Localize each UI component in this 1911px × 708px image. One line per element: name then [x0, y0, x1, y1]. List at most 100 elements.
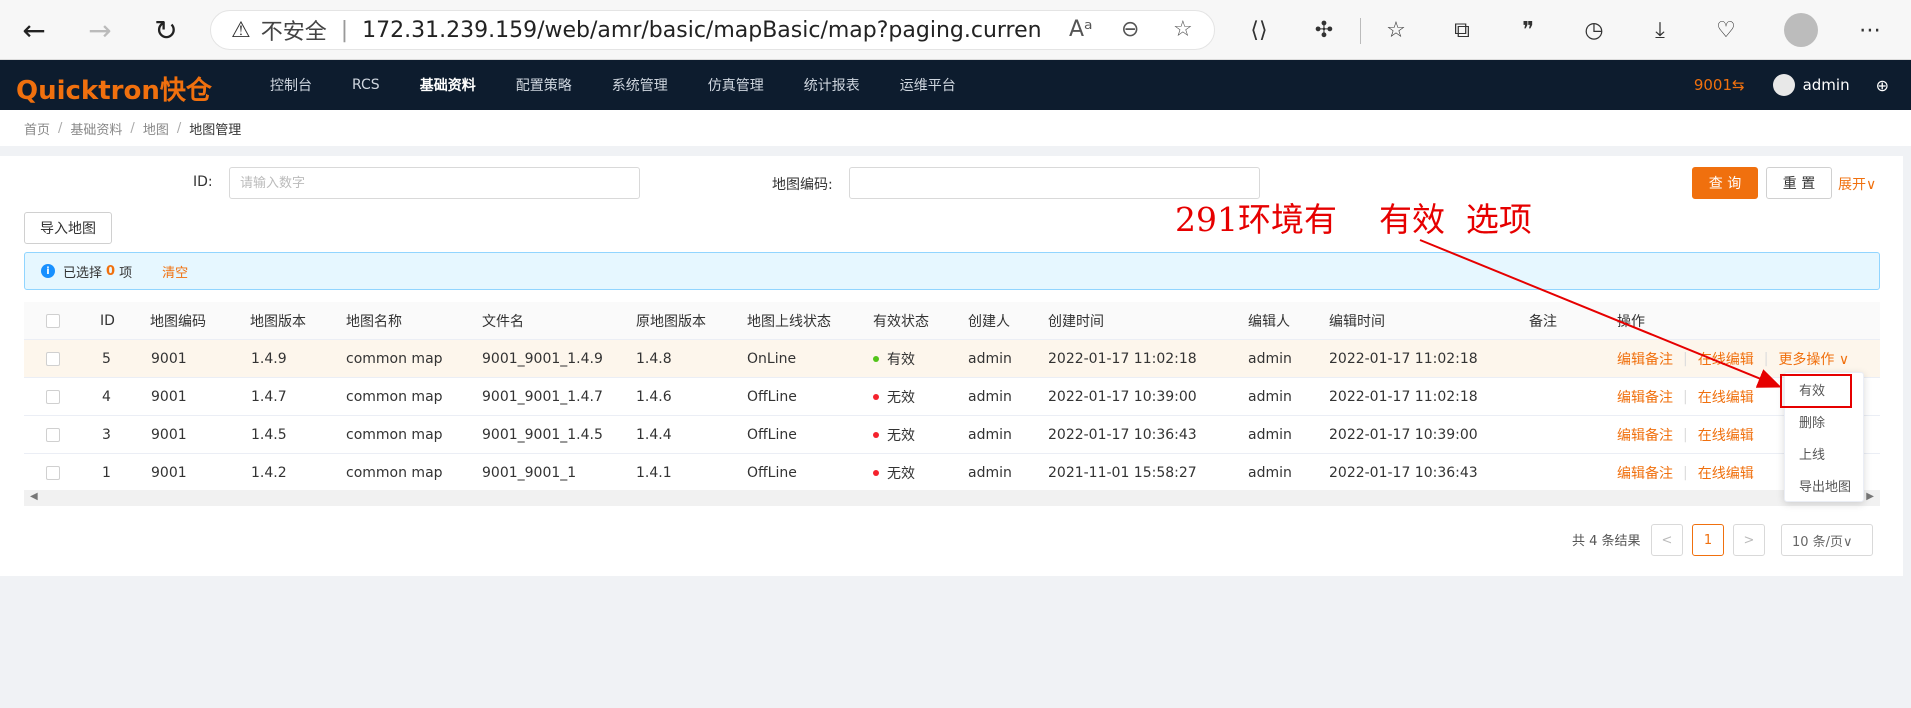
- map-code-label: 地图编码:: [772, 177, 833, 193]
- info-icon: i: [41, 264, 55, 278]
- row-checkbox[interactable]: [46, 428, 60, 442]
- collections-icon[interactable]: ⧉: [1446, 14, 1478, 46]
- menu-item-delete[interactable]: 删除: [1785, 407, 1865, 435]
- station-switch[interactable]: 9001⇆: [1694, 76, 1745, 94]
- table-header: ID 地图编码 地图版本 地图名称 文件名 原地图版本 地图上线状态 有效状态 …: [24, 302, 1880, 340]
- edit-note-link[interactable]: 编辑备注: [1617, 425, 1673, 445]
- cell-valid: 无效: [887, 428, 915, 444]
- import-map-button[interactable]: 导入地图: [24, 212, 112, 244]
- col-header-online-status: 地图上线状态: [747, 314, 831, 330]
- address-bar[interactable]: ⚠ 不安全 | 172.31.239.159/web/amr/basic/map…: [210, 10, 1215, 50]
- performance-icon[interactable]: ♡: [1710, 14, 1742, 46]
- row-checkbox[interactable]: [46, 352, 60, 366]
- select-all-checkbox[interactable]: [46, 314, 60, 328]
- cell-edited: 2022-01-17 11:02:18: [1329, 389, 1478, 405]
- page-1-button[interactable]: 1: [1692, 524, 1724, 556]
- reload-icon[interactable]: ↻: [148, 12, 184, 48]
- cell-created: 2022-01-17 10:36:43: [1048, 427, 1197, 443]
- cell-orig-version: 1.4.8: [636, 351, 672, 367]
- cell-id: 5: [102, 351, 111, 367]
- nav-item-console[interactable]: 控制台: [270, 75, 312, 95]
- horizontal-scrollbar[interactable]: ◀ ▶: [24, 490, 1880, 506]
- row-checkbox[interactable]: [46, 466, 60, 480]
- quote-icon[interactable]: ❞: [1512, 14, 1544, 46]
- warning-icon: ⚠: [231, 17, 251, 43]
- cell-editor: admin: [1248, 465, 1292, 481]
- id-label: ID:: [193, 174, 213, 190]
- browser-toolbar: ← → ↻ ⚠ 不安全 | 172.31.239.159/web/amr/bas…: [0, 0, 1911, 60]
- profile-avatar[interactable]: [1784, 13, 1818, 47]
- username[interactable]: admin: [1803, 76, 1850, 94]
- nav-item-simulation[interactable]: 仿真管理: [708, 75, 764, 95]
- forward-arrow-icon[interactable]: →: [82, 12, 118, 48]
- annotation-highlight-box: [1780, 374, 1852, 408]
- read-aloud-icon[interactable]: A͏ᵃ: [1069, 17, 1093, 42]
- next-page-button[interactable]: >: [1733, 524, 1765, 556]
- query-button[interactable]: 查 询: [1692, 167, 1758, 199]
- expand-link[interactable]: 展开∨: [1838, 174, 1876, 194]
- nav-item-system-mgmt[interactable]: 系统管理: [612, 75, 668, 95]
- extensions-icon[interactable]: ✣: [1308, 14, 1340, 46]
- table-row[interactable]: 1 9001 1.4.2 common map 9001_9001_1 1.4.…: [24, 454, 1880, 492]
- breadcrumb-map[interactable]: 地图: [143, 119, 169, 138]
- zoom-out-icon[interactable]: ⊖: [1121, 17, 1139, 42]
- edit-note-link[interactable]: 编辑备注: [1617, 349, 1673, 369]
- cell-valid: 有效: [887, 352, 915, 368]
- nav-item-rcs[interactable]: RCS: [352, 77, 380, 93]
- cell-online: OffLine: [747, 427, 797, 443]
- reset-button[interactable]: 重 置: [1766, 167, 1832, 199]
- invalid-dot: [873, 432, 879, 438]
- online-edit-link[interactable]: 在线编辑: [1698, 349, 1754, 369]
- nav-item-basic-data[interactable]: 基础资料: [420, 75, 476, 95]
- cell-version: 1.4.7: [251, 389, 287, 405]
- favorites-icon[interactable]: ☆: [1380, 14, 1412, 46]
- breadcrumb-basic-data[interactable]: 基础资料: [70, 119, 122, 138]
- cell-id: 1: [102, 465, 111, 481]
- add-favorite-icon[interactable]: ☆: [1173, 17, 1193, 42]
- invalid-dot: [873, 470, 879, 476]
- cell-code: 9001: [151, 351, 187, 367]
- user-avatar[interactable]: [1772, 74, 1795, 96]
- menu-item-export-map[interactable]: 导出地图: [1785, 471, 1865, 499]
- nav-item-ops-platform[interactable]: 运维平台: [900, 75, 956, 95]
- edit-note-link[interactable]: 编辑备注: [1617, 463, 1673, 483]
- language-globe-icon[interactable]: ⊕: [1876, 76, 1889, 95]
- selected-count: 0: [106, 263, 116, 279]
- more-ops-dropdown[interactable]: 更多操作 ∨: [1778, 349, 1849, 369]
- more-menu-icon[interactable]: ⋯: [1854, 14, 1886, 46]
- online-edit-link[interactable]: 在线编辑: [1698, 425, 1754, 445]
- map-table: ID 地图编码 地图版本 地图名称 文件名 原地图版本 地图上线状态 有效状态 …: [24, 302, 1880, 492]
- row-checkbox[interactable]: [46, 390, 60, 404]
- scroll-right-icon[interactable]: ▶: [1866, 491, 1874, 502]
- cell-edited: 2022-01-17 10:36:43: [1329, 465, 1478, 481]
- table-row[interactable]: 5 9001 1.4.9 common map 9001_9001_1.4.9 …: [24, 340, 1880, 378]
- cell-created: 2021-11-01 15:58:27: [1048, 465, 1197, 481]
- dev-tools-icon[interactable]: ⟨⟩: [1243, 14, 1275, 46]
- prev-page-button[interactable]: <: [1651, 524, 1683, 556]
- pagination-total: 共 4 条结果: [1572, 534, 1641, 549]
- clear-selection-link[interactable]: 清空: [162, 262, 188, 281]
- edit-note-link[interactable]: 编辑备注: [1617, 387, 1673, 407]
- back-arrow-icon[interactable]: ←: [16, 12, 52, 48]
- online-edit-link[interactable]: 在线编辑: [1698, 387, 1754, 407]
- url-text[interactable]: 172.31.239.159/web/amr/basic/mapBasic/ma…: [362, 18, 1042, 43]
- table-row[interactable]: 3 9001 1.4.5 common map 9001_9001_1.4.5 …: [24, 416, 1880, 454]
- menu-item-online[interactable]: 上线: [1785, 439, 1865, 467]
- online-edit-link[interactable]: 在线编辑: [1698, 463, 1754, 483]
- cell-file: 9001_9001_1.4.5: [482, 427, 603, 443]
- nav-item-reports[interactable]: 统计报表: [804, 75, 860, 95]
- cell-creator: admin: [968, 465, 1012, 481]
- breadcrumb-map-mgmt: 地图管理: [189, 122, 242, 138]
- id-input[interactable]: [229, 167, 640, 199]
- page-size-select[interactable]: 10 条/页∨: [1781, 524, 1873, 556]
- scroll-left-icon[interactable]: ◀: [30, 491, 38, 502]
- breadcrumb-home[interactable]: 首页: [24, 119, 50, 138]
- cell-creator: admin: [968, 389, 1012, 405]
- download-icon[interactable]: ⤓: [1644, 14, 1676, 46]
- cell-version: 1.4.2: [251, 465, 287, 481]
- cell-created: 2022-01-17 10:39:00: [1048, 389, 1197, 405]
- table-row[interactable]: 4 9001 1.4.7 common map 9001_9001_1.4.7 …: [24, 378, 1880, 416]
- nav-item-config-strategy[interactable]: 配置策略: [516, 75, 572, 95]
- col-header-name: 地图名称: [346, 314, 402, 330]
- history-icon[interactable]: ◷: [1578, 14, 1610, 46]
